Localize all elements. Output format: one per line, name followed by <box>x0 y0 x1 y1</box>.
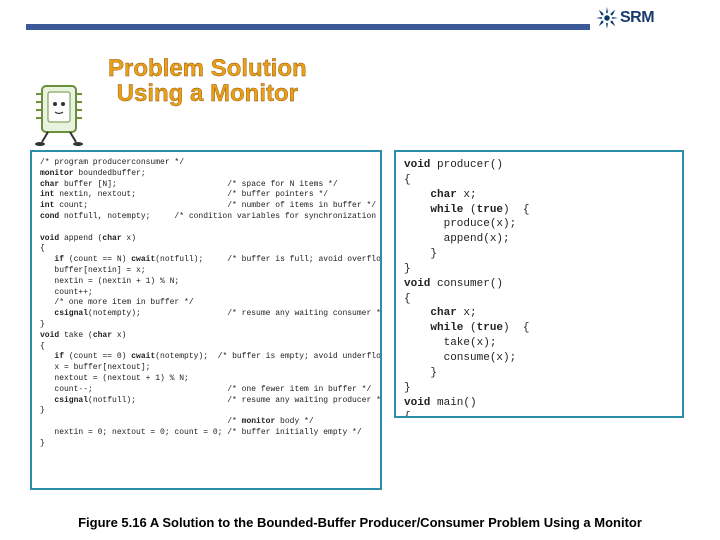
title-line-2: Using a Monitor <box>108 81 307 106</box>
logo-text: SRM <box>620 9 654 27</box>
figure-caption: Figure 5.16 A Solution to the Bounded-Bu… <box>0 515 720 530</box>
brand-logo: SRM <box>596 6 708 30</box>
title-line-1: Problem Solution <box>108 56 307 81</box>
logo-icon <box>596 7 618 29</box>
chip-mascot-icon <box>30 78 90 148</box>
code-panel-monitor: /* program producerconsumer */ monitor b… <box>30 150 382 490</box>
header-rule <box>26 24 590 30</box>
code-panel-procs: void producer() { char x; while (true) {… <box>394 150 684 418</box>
slide-title: Problem Solution Using a Monitor <box>108 56 307 106</box>
